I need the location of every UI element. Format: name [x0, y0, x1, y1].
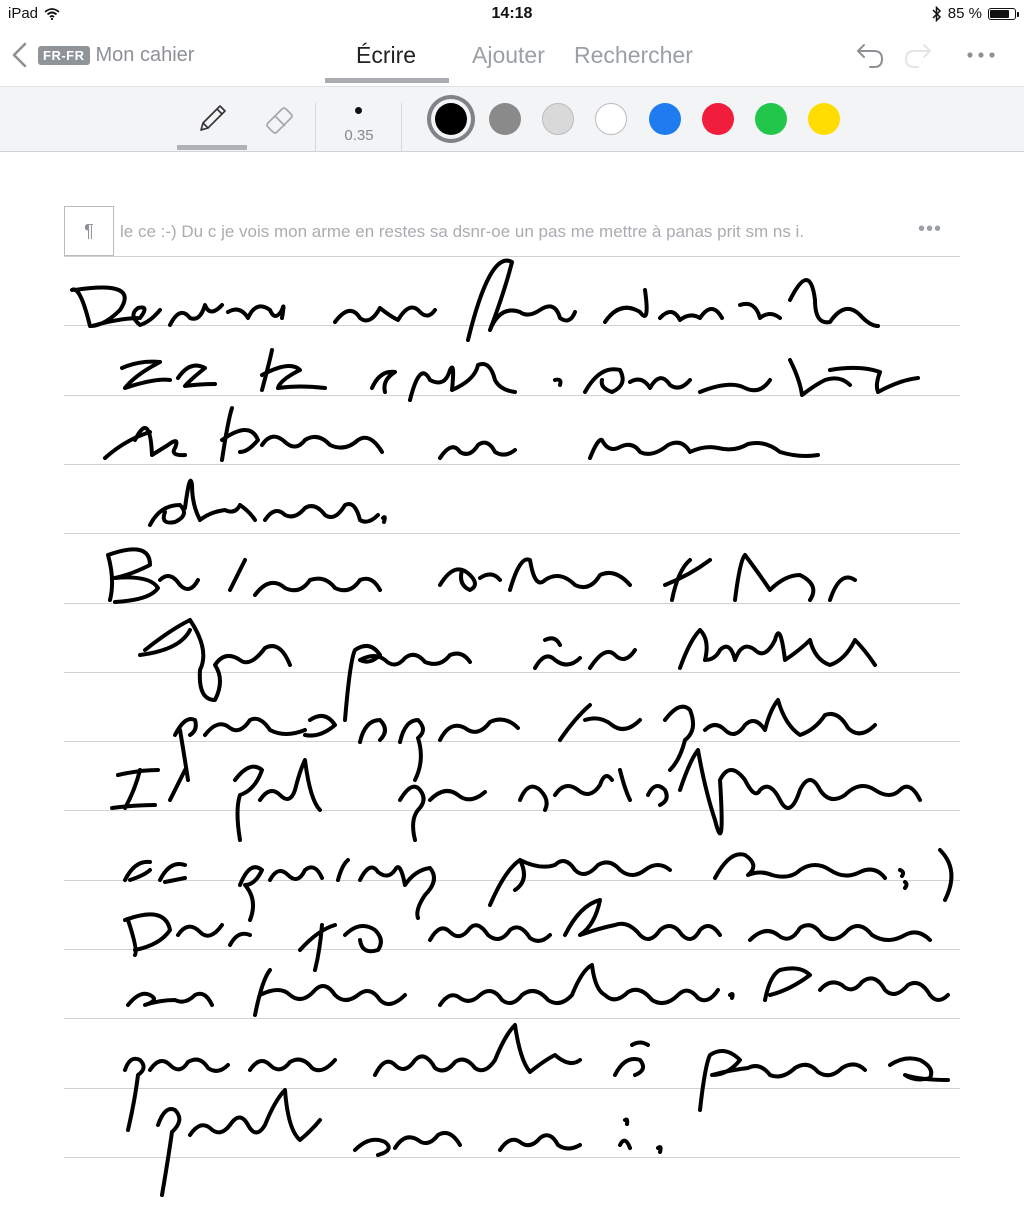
ruled-line: [64, 394, 960, 396]
more-icon[interactable]: •••: [918, 218, 942, 241]
color-swatch-blue[interactable]: [649, 103, 681, 135]
ruled-line: [64, 949, 960, 950]
pen-toolbar: 0.35: [0, 86, 1024, 152]
battery-icon: [988, 7, 1019, 20]
ruled-line: [64, 1156, 960, 1158]
color-swatch-yellow[interactable]: [808, 103, 840, 135]
color-swatch-gray[interactable]: [489, 103, 521, 135]
stroke-size-label[interactable]: 0.35: [336, 127, 382, 144]
ruled-line: [64, 671, 960, 673]
device-label: iPad: [8, 5, 39, 22]
back-button[interactable]: FR-FR Mon cahier: [8, 40, 194, 70]
writing-canvas[interactable]: [64, 256, 960, 1186]
battery-percent: 85 %: [947, 5, 982, 22]
ruled-line: [64, 1087, 960, 1089]
status-bar: iPad 14:18 85 %: [0, 0, 1024, 28]
pilcrow-icon: ¶: [84, 220, 94, 241]
wifi-icon: [44, 7, 60, 20]
chevron-left-icon: [12, 42, 27, 68]
color-swatch-black[interactable]: [435, 103, 467, 135]
undo-icon[interactable]: [854, 40, 888, 70]
active-tool-indicator: [177, 145, 247, 150]
status-right: 85 %: [932, 5, 1019, 22]
stroke-size-dot[interactable]: [355, 107, 362, 114]
battery-fill: [990, 9, 1009, 18]
nav-bar: FR-FR Mon cahier Écrire Ajouter Recherch…: [0, 28, 1024, 86]
redo-icon[interactable]: [900, 40, 934, 70]
ruled-line: [64, 810, 960, 812]
ruled-line: [64, 533, 960, 535]
toolbar-divider: [315, 103, 316, 151]
ruled-line: [64, 741, 960, 743]
color-swatch-green[interactable]: [755, 103, 787, 135]
pen-tool-button[interactable]: [177, 95, 247, 143]
bluetooth-icon: [932, 5, 941, 22]
notebook-title: Mon cahier: [95, 43, 195, 66]
status-left: iPad: [8, 5, 60, 22]
eraser-icon: [266, 107, 293, 134]
tab-rechercher[interactable]: Rechercher: [574, 42, 693, 69]
color-swatch-white[interactable]: [595, 103, 627, 135]
tab-ecrire[interactable]: Écrire: [356, 42, 416, 69]
paragraph-button[interactable]: ¶: [64, 206, 114, 256]
ruled-line: [64, 256, 960, 257]
ruled-line: [64, 463, 960, 465]
language-badge: FR-FR: [38, 45, 90, 65]
color-swatch-red[interactable]: [702, 103, 734, 135]
pencil-icon: [200, 105, 226, 131]
more-options-icon[interactable]: [966, 50, 996, 60]
eraser-tool-button[interactable]: [245, 95, 315, 143]
recognized-text: le ce :-) Du c je vois mon arme en reste…: [120, 222, 805, 241]
color-swatch-light-gray[interactable]: [542, 103, 574, 135]
toolbar-divider: [401, 103, 402, 151]
ruled-line: [64, 1018, 960, 1020]
status-time: 14:18: [491, 5, 533, 22]
ruled-line: [64, 879, 960, 881]
tab-ajouter[interactable]: Ajouter: [472, 42, 545, 69]
active-tab-indicator: [325, 78, 449, 83]
ruled-line: [64, 325, 960, 327]
ruled-line: [64, 602, 960, 604]
